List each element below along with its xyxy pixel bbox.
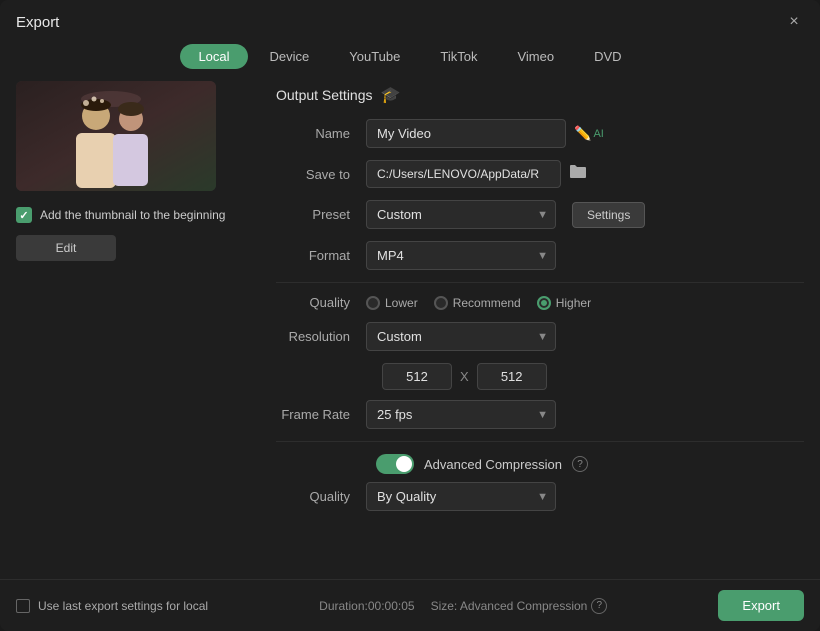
duration-value: 00:00:05 [368, 599, 415, 613]
graduation-icon: 🎓 [381, 85, 401, 105]
save-to-label: Save to [276, 167, 366, 182]
quality-sub-row: Quality By Quality ▼ [276, 482, 804, 511]
size-label: Size: Advanced Compression [431, 599, 588, 613]
close-button[interactable]: × [784, 12, 804, 32]
quality-higher-label: Higher [556, 296, 591, 310]
ai-button[interactable]: ✏️ AI [574, 125, 604, 142]
name-row: Name ✏️ AI [276, 119, 804, 148]
add-thumbnail-checkbox[interactable] [16, 207, 32, 223]
quality-higher-radio[interactable] [537, 296, 551, 310]
left-panel: Add the thumbnail to the beginning Edit [16, 81, 276, 579]
quality-lower-option[interactable]: Lower [366, 296, 418, 310]
quality-sub-control: By Quality ▼ [366, 482, 804, 511]
duration-info: Duration:00:00:05 [319, 599, 414, 613]
footer: Use last export settings for local Durat… [0, 579, 820, 631]
format-label: Format [276, 248, 366, 263]
edit-button[interactable]: Edit [16, 235, 116, 261]
preset-select-wrapper: Custom ▼ [366, 200, 556, 229]
quality-label: Quality [276, 295, 366, 310]
output-settings-header: Output Settings 🎓 [276, 81, 804, 105]
export-button[interactable]: Export [718, 590, 804, 621]
quality-recommend-label: Recommend [453, 296, 521, 310]
quality-lower-label: Lower [385, 296, 418, 310]
frame-rate-label: Frame Rate [276, 407, 366, 422]
format-select-wrapper: MP4 ▼ [366, 241, 556, 270]
by-quality-select[interactable]: By Quality [366, 482, 556, 511]
tab-vimeo[interactable]: Vimeo [499, 44, 572, 69]
frame-rate-row: Frame Rate 25 fps ▼ [276, 400, 804, 429]
window-title: Export [16, 14, 59, 31]
quality-sub-label: Quality [276, 489, 366, 504]
right-panel: Output Settings 🎓 Name ✏️ AI Save to [276, 81, 804, 579]
section-divider-2 [276, 441, 804, 442]
preset-row: Preset Custom ▼ Settings [276, 200, 804, 229]
resolution-height-input[interactable] [477, 363, 547, 390]
preset-select[interactable]: Custom [366, 200, 556, 229]
export-window: Export × Local Device YouTube TikTok Vim… [0, 0, 820, 631]
use-last-settings-label: Use last export settings for local [38, 599, 208, 613]
advanced-compression-toggle[interactable] [376, 454, 414, 474]
quality-lower-radio[interactable] [366, 296, 380, 310]
output-settings-title: Output Settings [276, 87, 373, 103]
section-divider-1 [276, 282, 804, 283]
advanced-compression-row: Advanced Compression ? [276, 454, 804, 474]
resolution-row: Resolution Custom ▼ [276, 322, 804, 351]
name-control: ✏️ AI [366, 119, 804, 148]
tab-bar: Local Device YouTube TikTok Vimeo DVD [0, 40, 820, 81]
size-info: Size: Advanced Compression ? [431, 598, 608, 614]
name-input[interactable] [366, 119, 566, 148]
resolution-width-input[interactable] [382, 363, 452, 390]
by-quality-select-wrapper: By Quality ▼ [366, 482, 556, 511]
quality-recommend-option[interactable]: Recommend [434, 296, 521, 310]
save-to-control [366, 160, 804, 188]
title-bar: Export × [0, 0, 820, 40]
format-control: MP4 ▼ [366, 241, 804, 270]
format-select[interactable]: MP4 [366, 241, 556, 270]
tab-dvd[interactable]: DVD [576, 44, 639, 69]
resolution-label: Resolution [276, 329, 366, 344]
resolution-control: Custom ▼ [366, 322, 804, 351]
duration-label: Duration: [319, 599, 368, 613]
main-content: Add the thumbnail to the beginning Edit … [0, 81, 820, 579]
video-thumbnail [16, 81, 216, 191]
quality-row: Quality Lower Recommend High [276, 295, 804, 310]
frame-rate-select[interactable]: 25 fps [366, 400, 556, 429]
thumbnail-container [16, 81, 216, 191]
footer-center: Duration:00:00:05 Size: Advanced Compres… [319, 598, 607, 614]
preset-label: Preset [276, 207, 366, 222]
quality-higher-option[interactable]: Higher [537, 296, 591, 310]
save-to-row: Save to [276, 160, 804, 188]
use-last-settings-checkbox[interactable] [16, 599, 30, 613]
add-thumbnail-label: Add the thumbnail to the beginning [40, 208, 225, 222]
quality-radio-group: Lower Recommend Higher [366, 296, 591, 310]
size-help-icon[interactable]: ? [591, 598, 607, 614]
resolution-x-label: X [460, 369, 469, 384]
add-thumbnail-row: Add the thumbnail to the beginning [16, 207, 260, 223]
name-label: Name [276, 126, 366, 141]
quality-recommend-radio[interactable] [434, 296, 448, 310]
ai-label: AI [593, 128, 603, 140]
folder-button[interactable] [569, 164, 587, 185]
frame-rate-select-wrapper: 25 fps ▼ [366, 400, 556, 429]
resolution-select[interactable]: Custom [366, 322, 556, 351]
footer-left: Use last export settings for local [16, 599, 208, 613]
settings-button[interactable]: Settings [572, 202, 645, 228]
preset-control: Custom ▼ Settings [366, 200, 804, 229]
quality-control: Lower Recommend Higher [366, 296, 804, 310]
ai-icon: ✏️ [574, 125, 591, 142]
resolution-inputs-row: X [382, 363, 804, 390]
advanced-compression-label: Advanced Compression [424, 457, 562, 472]
frame-rate-control: 25 fps ▼ [366, 400, 804, 429]
tab-tiktok[interactable]: TikTok [422, 44, 495, 69]
tab-local[interactable]: Local [180, 44, 247, 69]
resolution-select-wrapper: Custom ▼ [366, 322, 556, 351]
tab-youtube[interactable]: YouTube [331, 44, 418, 69]
advanced-compression-help-icon[interactable]: ? [572, 456, 588, 472]
tab-device[interactable]: Device [252, 44, 328, 69]
format-row: Format MP4 ▼ [276, 241, 804, 270]
save-path-input[interactable] [366, 160, 561, 188]
